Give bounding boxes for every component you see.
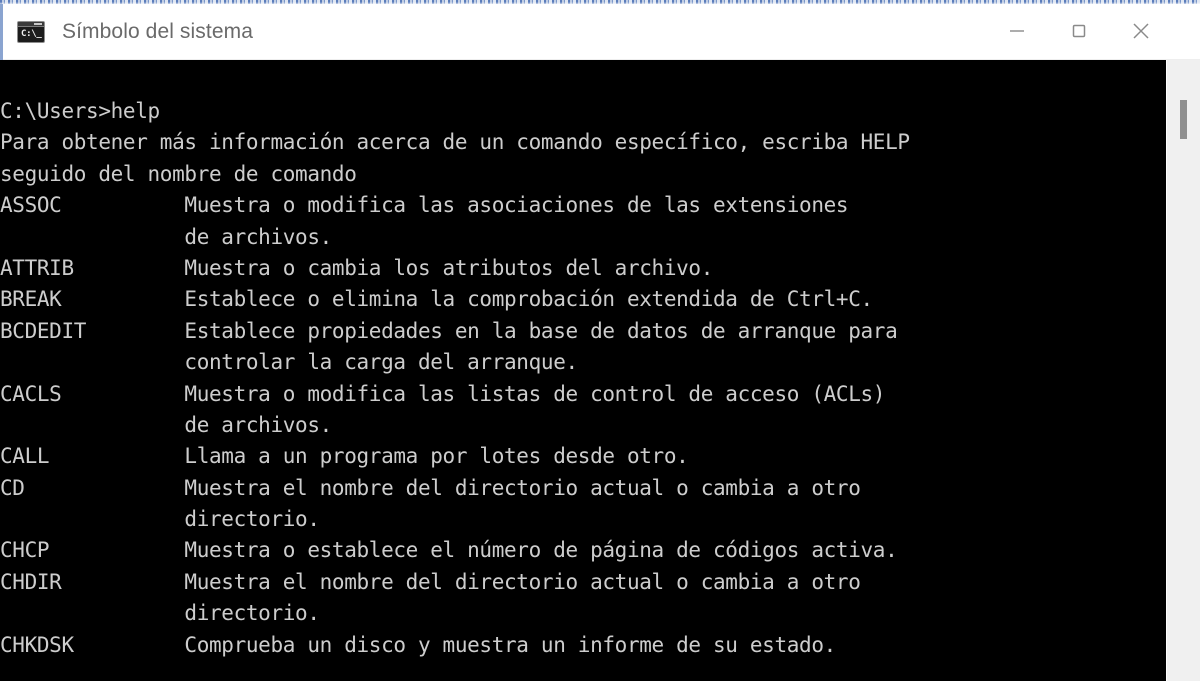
window-title: Símbolo del sistema: [62, 19, 253, 43]
terminal-output-area[interactable]: C:\Users>help Para obtener más informació…: [0, 60, 1166, 681]
terminal-line: BREAK Establece o elimina la comprobació…: [0, 287, 873, 312]
minimize-icon: [1006, 20, 1028, 42]
terminal-line: directorio.: [0, 507, 320, 532]
maximize-button[interactable]: [1048, 4, 1110, 59]
terminal-line: C:\Users>help: [0, 99, 160, 123]
terminal-line: ASSOC Muestra o modifica las asociacione…: [0, 193, 849, 218]
terminal-line: BCDEDIT Establece propiedades en la base…: [0, 318, 898, 343]
terminal-line: CACLS Muestra o modifica las listas de c…: [0, 381, 886, 406]
terminal-lines: C:\Users>help Para obtener más informació…: [0, 96, 1166, 661]
window-controls: [986, 4, 1200, 60]
controls-spacer: [1172, 4, 1200, 60]
terminal-line: de archivos.: [0, 224, 332, 249]
icon-prompt-text: C:\_: [21, 28, 42, 39]
maximize-icon: [1068, 20, 1090, 42]
command-prompt-window: C:\_ Símbolo del sistema C:\Users>help P…: [0, 0, 1200, 681]
close-button[interactable]: [1110, 4, 1172, 59]
terminal-line: directorio.: [0, 601, 320, 626]
terminal-line: seguido del nombre de comando: [0, 161, 357, 186]
terminal-line: controlar la carga del arranque.: [0, 350, 578, 375]
vertical-scrollbar[interactable]: [1166, 60, 1200, 681]
icon-title-bar: [18, 21, 44, 27]
terminal-line: ATTRIB Muestra o cambia los atributos de…: [0, 255, 713, 280]
terminal-line: CALL Llama a un programa por lotes desde…: [0, 444, 689, 469]
terminal-line: CHCP Muestra o establece el número de pá…: [0, 538, 898, 563]
terminal-line: CHDIR Muestra el nombre del directorio a…: [0, 569, 861, 594]
titlebar[interactable]: C:\_ Símbolo del sistema: [3, 4, 1200, 60]
command-prompt-icon: C:\_: [17, 20, 45, 43]
terminal-line: CHKDSK Comprueba un disco y muestra un i…: [0, 632, 836, 657]
scrollbar-thumb[interactable]: [1178, 98, 1189, 141]
terminal-line: Para obtener más información acerca de u…: [0, 130, 910, 155]
minimize-button[interactable]: [986, 4, 1048, 59]
terminal-line: CD Muestra el nombre del directorio actu…: [0, 475, 861, 500]
terminal-line: de archivos.: [0, 412, 332, 437]
close-icon: [1128, 18, 1154, 44]
